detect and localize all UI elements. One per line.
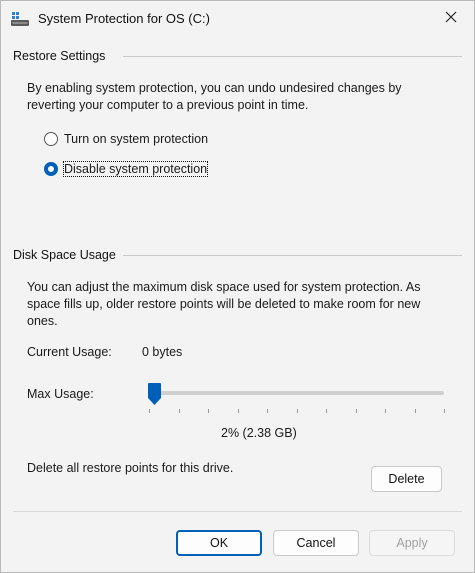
slider-tick — [149, 409, 150, 413]
apply-button[interactable]: Apply — [369, 530, 455, 556]
max-usage-slider-track[interactable] — [149, 391, 444, 395]
disk-description-line-1: You can adjust the maximum disk space us… — [27, 280, 421, 294]
window-title: System Protection for OS (C:) — [38, 11, 210, 26]
ok-button-label: OK — [209, 536, 229, 550]
close-icon — [445, 11, 457, 26]
disk-description-line-3: ones. — [27, 314, 58, 328]
slider-tick — [237, 409, 239, 413]
slider-tick — [355, 409, 357, 413]
delete-button-label: Delete — [388, 472, 425, 486]
max-usage-label: Max Usage: — [27, 387, 94, 401]
cancel-button[interactable]: Cancel — [273, 530, 359, 556]
cancel-button-label: Cancel — [296, 536, 336, 550]
current-usage-value: 0 bytes — [142, 345, 183, 359]
disk-description-line-2: space fills up, older restore points wil… — [27, 297, 421, 311]
restore-description-line-1: By enabling system protection, you can u… — [27, 81, 402, 95]
slider-tick — [296, 409, 298, 413]
disk-space-heading: Disk Space Usage — [13, 248, 116, 262]
slider-tick — [267, 409, 268, 413]
radio-disable[interactable] — [44, 162, 58, 176]
turn-on-protection-label: Turn on system protection — [64, 132, 209, 146]
slider-tick — [385, 409, 386, 413]
close-button[interactable] — [428, 1, 474, 35]
disk-space-description: You can adjust the maximum disk space us… — [27, 279, 420, 330]
disable-protection-label: Disable system protection — [62, 161, 209, 177]
max-usage-slider-thumb[interactable] — [147, 382, 162, 406]
slider-tick — [444, 409, 445, 413]
restore-settings-separator — [123, 56, 462, 57]
restore-description-line-2: reverting your computer to a previous po… — [27, 98, 309, 112]
footer-divider — [13, 511, 462, 512]
delete-button[interactable]: Delete — [371, 466, 442, 492]
disk-space-separator — [123, 255, 462, 256]
disable-protection-option[interactable]: Disable system protection — [44, 161, 209, 177]
slider-tick — [326, 409, 327, 413]
restore-settings-heading: Restore Settings — [13, 49, 106, 63]
turn-on-protection-option[interactable]: Turn on system protection — [44, 132, 208, 146]
slider-tick — [414, 409, 416, 413]
ok-button[interactable]: OK — [176, 530, 262, 556]
current-usage-label: Current Usage: — [27, 345, 112, 359]
restore-settings-description: By enabling system protection, you can u… — [27, 80, 402, 114]
delete-description: Delete all restore points for this drive… — [27, 461, 234, 475]
system-protection-dialog: System Protection for OS (C:) Restore Se… — [0, 0, 475, 573]
drive-icon — [11, 11, 29, 27]
radio-turn-on[interactable] — [44, 132, 58, 146]
slider-tick — [208, 409, 209, 413]
title-bar: System Protection for OS (C:) — [1, 1, 474, 37]
slider-tick — [178, 409, 180, 413]
max-usage-value: 2% (2.38 GB) — [221, 426, 297, 440]
apply-button-label: Apply — [396, 536, 428, 550]
